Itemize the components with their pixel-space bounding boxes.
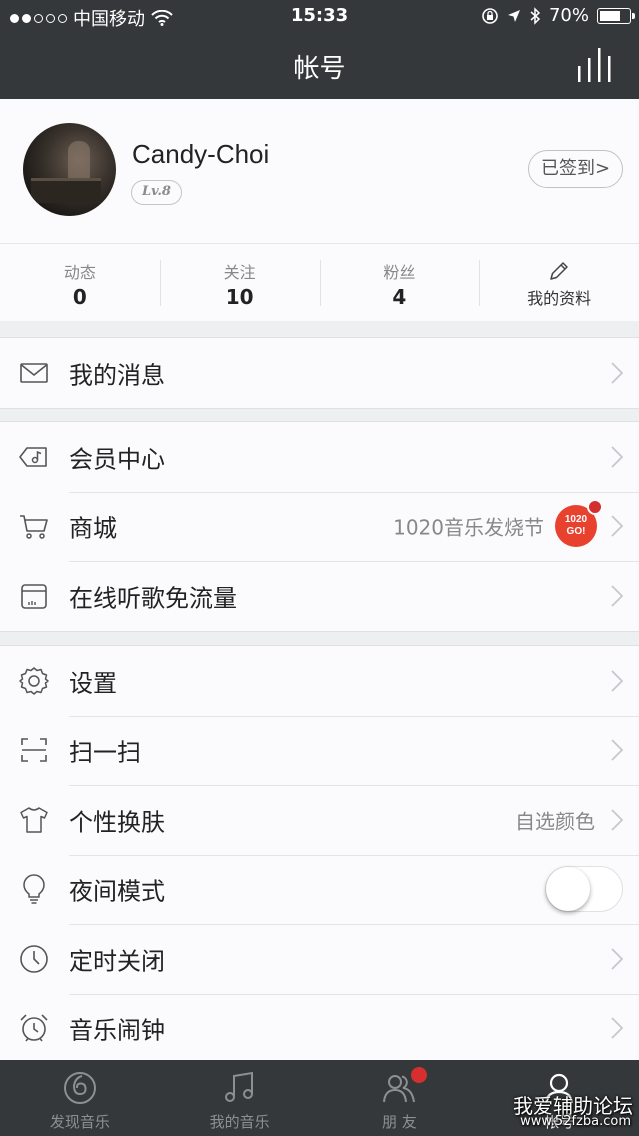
tab-label: 朋 友 — [381, 1113, 417, 1131]
promo-badge: 1020 GO! — [555, 499, 603, 548]
mail-icon — [20, 362, 48, 383]
menu-item-vip-center[interactable]: 会员中心 — [0, 422, 639, 492]
chevron-right-icon — [611, 809, 623, 831]
stat-followers[interactable]: 粉丝 4 — [319, 244, 480, 321]
checkin-button[interactable]: 已签到> — [528, 150, 623, 188]
menu-item-scan[interactable]: 扫一扫 — [0, 715, 639, 786]
tshirt-icon — [20, 807, 48, 833]
menu-group-settings: 设置 扫一扫 个性换肤 自选颜色 夜间模式 定时关闭 音乐闹钟 — [0, 645, 639, 1063]
skin-value: 自选颜色 — [515, 809, 595, 834]
night-mode-toggle[interactable] — [545, 866, 623, 913]
menu-item-shop[interactable]: 商城 1020音乐发烧节 1020 GO! — [0, 491, 639, 562]
vip-tag-icon — [19, 446, 47, 467]
tab-label: 发现音乐 — [49, 1113, 110, 1131]
menu-label: 夜间模式 — [69, 877, 165, 906]
menu-item-skin[interactable]: 个性换肤 自选颜色 — [0, 785, 639, 855]
chevron-right-icon — [611, 948, 623, 970]
sim-card-icon — [21, 583, 47, 609]
new-dot-badge — [587, 499, 603, 516]
chevron-right-icon — [611, 670, 623, 692]
menu-label: 个性换肤 — [69, 808, 165, 837]
menu-label: 我的消息 — [69, 361, 165, 390]
chevron-right-icon — [611, 1017, 623, 1039]
menu-group-messages: 我的消息 — [0, 337, 639, 409]
menu-item-night-mode: 夜间模式 — [0, 854, 639, 925]
edit-profile-button[interactable]: 我的资料 — [479, 244, 639, 321]
menu-label: 扫一扫 — [69, 738, 141, 767]
menu-label: 定时关闭 — [69, 947, 165, 976]
scan-icon — [21, 738, 47, 763]
profile-header[interactable]: Candy-Choi Lv.8 已签到> — [0, 99, 639, 243]
watermark: 我爱辅助论坛 www.52fzba.com — [513, 1090, 633, 1129]
shop-promo-text: 1020音乐发烧节 — [393, 515, 544, 540]
alarm-clock-icon — [20, 1014, 48, 1042]
stat-label: 动态 — [63, 263, 96, 282]
menu-label: 商城 — [69, 514, 117, 543]
level-badge[interactable]: Lv.8 — [131, 180, 182, 205]
stat-value: 0 — [72, 285, 87, 309]
avatar[interactable] — [23, 123, 116, 216]
menu-label: 设置 — [69, 669, 117, 698]
shopping-cart-icon — [20, 515, 48, 539]
watermark-url: www.52fzba.com — [520, 1114, 631, 1129]
chevron-right-icon — [611, 362, 623, 384]
stat-feeds[interactable]: 动态 0 — [0, 244, 160, 321]
tab-my-music[interactable]: 我的音乐 — [160, 1060, 320, 1136]
pencil-icon — [550, 262, 568, 280]
rotation-lock-icon — [482, 7, 498, 24]
battery-icon — [597, 7, 635, 24]
stat-label: 关注 — [223, 263, 256, 282]
menu-item-settings[interactable]: 设置 — [0, 646, 639, 716]
netease-music-icon — [63, 1072, 96, 1104]
tab-label: 我的音乐 — [209, 1113, 270, 1131]
menu-item-alarm[interactable]: 音乐闹钟 — [0, 993, 639, 1064]
page-title: 帐号 — [293, 54, 346, 84]
stat-value: 10 — [225, 285, 254, 309]
menu-item-messages[interactable]: 我的消息 — [0, 338, 639, 408]
gear-icon — [19, 667, 49, 695]
top-bar: 中国移动 15:33 70% 帐号 — [0, 0, 639, 99]
chevron-right-icon — [611, 739, 623, 761]
lightbulb-icon — [23, 874, 45, 904]
status-bar: 中国移动 15:33 70% — [0, 0, 639, 32]
menu-group-services: 会员中心 商城 1020音乐发烧节 1020 GO! 在线听歌免流量 — [0, 421, 639, 632]
stat-value: 4 — [392, 285, 407, 309]
bluetooth-icon — [530, 6, 541, 25]
menu-item-timer-off[interactable]: 定时关闭 — [0, 924, 639, 994]
tab-friends[interactable]: 朋 友 — [320, 1060, 480, 1136]
chevron-right-icon — [611, 585, 623, 607]
edit-profile-label: 我的资料 — [527, 289, 592, 308]
music-note-icon — [224, 1071, 253, 1102]
chevron-right-icon — [611, 515, 623, 537]
tab-discover-music[interactable]: 发现音乐 — [0, 1060, 160, 1136]
promo-badge-text: 1020 GO! — [564, 514, 588, 538]
menu-label: 会员中心 — [69, 445, 165, 474]
menu-label: 音乐闹钟 — [69, 1016, 165, 1045]
chevron-right-icon — [611, 446, 623, 468]
location-arrow-icon — [507, 9, 520, 22]
menu-item-data-free[interactable]: 在线听歌免流量 — [0, 561, 639, 631]
username: Candy-Choi — [132, 139, 270, 169]
stats-bar: 动态 0 关注 10 粉丝 4 我的资料 — [0, 243, 639, 321]
clock-icon — [20, 944, 48, 973]
stat-following[interactable]: 关注 10 — [159, 244, 320, 321]
notification-dot-badge — [410, 1067, 427, 1083]
menu-label: 在线听歌免流量 — [69, 584, 237, 613]
stat-label: 粉丝 — [383, 263, 416, 282]
battery-percent: 70% — [548, 5, 589, 26]
now-playing-icon[interactable] — [577, 48, 613, 82]
